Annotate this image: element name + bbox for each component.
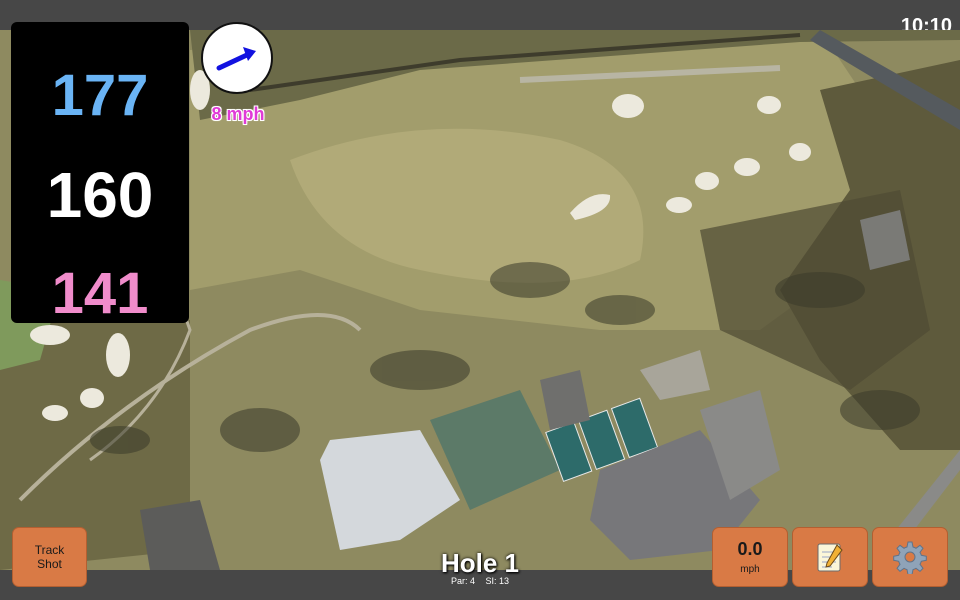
wind-speed-value: 0.0: [737, 539, 763, 559]
track-shot-label-line1: Track: [34, 543, 65, 557]
front-distance: 141: [51, 261, 149, 326]
notes-button[interactable]: [792, 527, 868, 587]
wind-indicator[interactable]: [201, 22, 273, 94]
wind-speed-unit: mph: [740, 564, 760, 575]
wind-direction-arrow-icon: [216, 47, 256, 71]
wind-speed-label: 8 mph: [211, 104, 265, 124]
back-distance: 177: [51, 63, 149, 128]
distance-panel: 177 160 141: [11, 22, 189, 326]
notepad-icon: [817, 543, 843, 572]
middle-distance: 160: [46, 159, 154, 231]
hole-info: Par: 4 SI: 13: [380, 576, 580, 586]
settings-button[interactable]: [872, 527, 948, 587]
hole-stroke-index: SI: 13: [485, 576, 510, 586]
hole-par: Par: 4: [450, 576, 475, 586]
gear-icon: [893, 541, 927, 574]
hole-title: Hole 1: [440, 548, 520, 578]
track-shot-button[interactable]: Track Shot: [12, 527, 87, 587]
wind-speed-button[interactable]: 0.0 mph: [712, 527, 788, 587]
track-shot-label-line2: Shot: [37, 557, 62, 571]
